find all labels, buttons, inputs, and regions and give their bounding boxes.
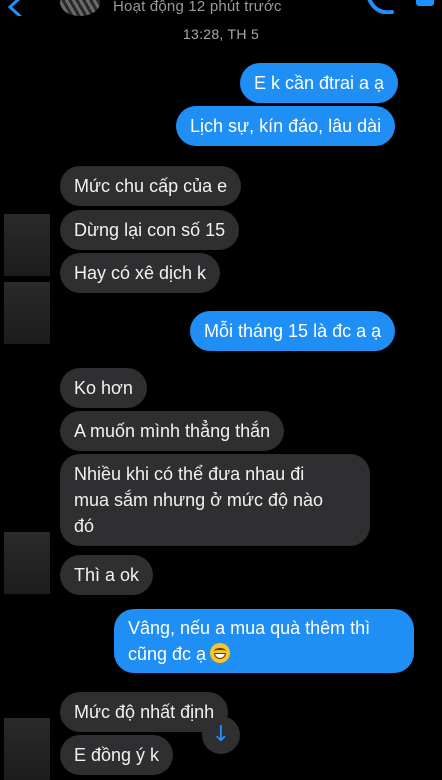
message-bubble-incoming[interactable]: A muốn mình thẳng thắn: [60, 411, 285, 451]
message-text: Dừng lại con số 15: [74, 220, 226, 240]
avatar[interactable]: [4, 718, 50, 780]
message-timestamp: 13:28, TH 5: [182, 26, 260, 42]
phone-icon[interactable]: [362, 0, 396, 14]
message-text: Mức độ nhất định: [74, 702, 215, 722]
message-text-line: đó: [74, 516, 95, 536]
avatar[interactable]: [4, 282, 50, 344]
message-bubble-outgoing[interactable]: Lịch sự, kín đáo, lâu dài: [176, 106, 396, 146]
message-text: Lịch sự, kín đáo, lâu dài: [190, 116, 382, 136]
message-bubble-incoming[interactable]: Nhiều khi có thể đưa nhau đi mua sắm như…: [60, 454, 370, 546]
back-icon[interactable]: [2, 0, 32, 16]
message-text-line: cũng đc ạ: [128, 644, 207, 664]
message-bubble-outgoing[interactable]: E k cần đtrai a ạ: [240, 63, 399, 103]
grinning-face-emoji: [210, 643, 231, 663]
message-bubble-incoming[interactable]: E đồng ý k: [60, 735, 174, 775]
message-bubble-incoming[interactable]: Thì a ok: [60, 555, 154, 595]
message-text-line: Vâng, nếu a mua quà thêm thì: [128, 618, 371, 638]
scroll-to-bottom-button[interactable]: ↓: [202, 716, 240, 754]
message-text-line-with-emoji: cũng đc ạ: [128, 641, 400, 667]
message-text: Thì a ok: [74, 565, 140, 585]
conversation-header: Hoạt động 12 phút trước: [0, 0, 442, 22]
message-text-line: mua sắm nhưng ở mức độ nào: [74, 490, 324, 510]
avatar[interactable]: [60, 0, 100, 16]
message-text-line: Nhiều khi có thể đưa nhau đi: [74, 464, 305, 484]
message-bubble-incoming[interactable]: Mức chu cấp của e: [60, 166, 242, 206]
arrow-down-icon: ↓: [211, 722, 231, 747]
message-bubble-incoming[interactable]: Dừng lại con số 15: [60, 210, 240, 250]
message-bubble-incoming[interactable]: Ko hơn: [60, 368, 147, 408]
message-text: Mức chu cấp của e: [74, 176, 228, 196]
message-bubble-outgoing[interactable]: Vâng, nếu a mua quà thêm thì cũng đc ạ: [114, 609, 414, 673]
avatar[interactable]: [4, 214, 50, 276]
active-status: Hoạt động 12 phút trước: [113, 0, 282, 15]
message-text: A muốn mình thẳng thắn: [74, 421, 271, 441]
message-text: E k cần đtrai a ạ: [254, 73, 385, 93]
message-text: E đồng ý k: [74, 745, 160, 765]
video-icon[interactable]: [412, 0, 442, 16]
message-text: Mỗi tháng 15 là đc a ạ: [204, 321, 382, 341]
message-bubble-incoming[interactable]: Hay có xê dịch k: [60, 253, 221, 293]
avatar[interactable]: [4, 532, 50, 594]
message-text: Ko hơn: [74, 378, 133, 398]
message-bubble-outgoing[interactable]: Mỗi tháng 15 là đc a ạ: [190, 311, 396, 351]
message-text: Hay có xê dịch k: [74, 263, 207, 283]
